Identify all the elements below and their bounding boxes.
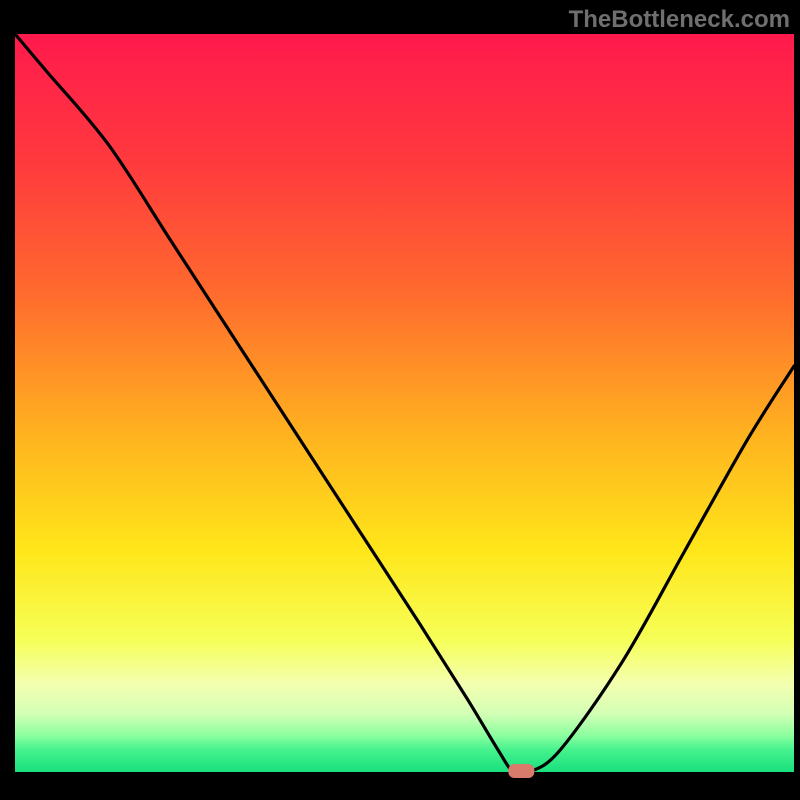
watermark-label: TheBottleneck.com — [569, 6, 790, 34]
chart-stage: TheBottleneck.com — [0, 0, 800, 800]
plot-background — [15, 34, 794, 772]
min-marker — [508, 764, 534, 778]
bottleneck-chart — [0, 0, 800, 800]
